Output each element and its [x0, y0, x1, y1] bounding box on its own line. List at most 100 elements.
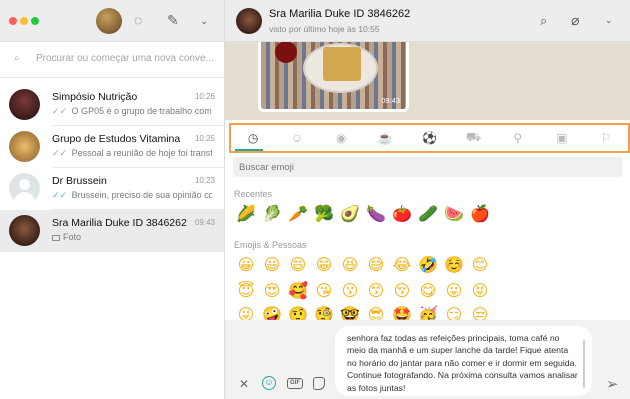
section-label-recent: Recentes [234, 189, 273, 199]
emoji[interactable]: 🤣 [415, 254, 441, 276]
chat-time: 10:25 [194, 134, 215, 143]
emoji[interactable]: 🍅 [389, 203, 415, 225]
conversation-header: Sra Marilia Duke ID 3846262 visto por úl… [225, 0, 630, 42]
food-icon[interactable]: ☕ [363, 125, 407, 151]
emoji[interactable]: 😄 [285, 254, 311, 276]
emoji[interactable]: 😏 [441, 304, 467, 320]
emoji[interactable]: 😋 [415, 280, 441, 302]
chat-name: Simpósio Nutrição [52, 91, 138, 103]
chat-list-item[interactable]: Grupo de Estudos Vitamina 10:25 ✓✓ Pesso… [0, 126, 224, 168]
chat-list-item-selected[interactable]: Sra Marilia Duke ID 3846262 09:43 Foto [0, 210, 224, 252]
emoji[interactable]: 😍 [259, 280, 285, 302]
contact-last-seen: visto por último hoje às 10:55 [269, 24, 380, 34]
emoji[interactable]: 😎 [363, 304, 389, 320]
gif-icon[interactable]: GIF [287, 378, 303, 389]
search-input[interactable] [36, 53, 221, 64]
emoji[interactable]: 🌽 [233, 203, 259, 225]
emoji-icon[interactable]: ☺ [262, 376, 276, 390]
smiley-icon[interactable]: ☺ [275, 125, 319, 151]
paperclip-icon[interactable]: ⌀ [571, 12, 579, 29]
sticker-icon[interactable] [313, 377, 325, 390]
flag-icon[interactable]: ⚐ [584, 125, 628, 151]
search-icon[interactable]: ⌕ [540, 13, 547, 29]
photo-icon [52, 234, 60, 241]
search-icon: ⌕ [14, 53, 20, 64]
emoji[interactable]: 🤨 [285, 304, 311, 320]
chevron-down-icon[interactable]: ⌄ [200, 14, 208, 30]
photo-message[interactable]: 09:43 [258, 42, 409, 112]
car-icon[interactable]: ⛟ [452, 125, 496, 151]
chat-preview: ✓✓ Pessoal a reunião de hoje foi transf.… [52, 148, 212, 159]
emoji[interactable]: 😁 [311, 254, 337, 276]
emoji[interactable]: 😅 [363, 254, 389, 276]
send-icon[interactable]: ➢ [606, 375, 619, 393]
default-avatar [9, 173, 40, 204]
people-emoji-row: 😜 🤪 🤨 🧐 🤓 😎 🤩 🥳 😏 😒 [233, 304, 493, 320]
bulb-icon[interactable]: ⚲ [496, 125, 540, 151]
chevron-down-icon[interactable]: ⌄ [605, 15, 613, 26]
emoji[interactable]: 🤓 [337, 304, 363, 320]
emoji[interactable]: 🥕 [285, 203, 311, 225]
message-input-text: senhora faz todas as refeições principai… [347, 333, 578, 393]
emoji[interactable]: 😚 [389, 280, 415, 302]
emoji-category-tabs: ◷ ☺ ◉ ☕ ⚽ ⛟ ⚲ ▣ ⚐ [229, 123, 630, 153]
scrollbar[interactable] [583, 340, 585, 388]
emoji[interactable]: 🥑 [337, 203, 363, 225]
photo-image[interactable]: 09:43 [261, 42, 406, 109]
search-box: ⌕ [8, 51, 221, 71]
emoji[interactable]: 😊 [467, 254, 493, 276]
emoji-search-input[interactable] [233, 157, 622, 177]
recent-clock-icon[interactable]: ◷ [231, 125, 275, 151]
emoji[interactable]: 😀 [233, 254, 259, 276]
emoji[interactable]: 😙 [363, 280, 389, 302]
avatar [9, 215, 40, 246]
chat-list-item[interactable]: Simpósio Nutrição 10:26 ✓✓ O GP05 é o gr… [0, 84, 224, 126]
emoji[interactable]: 🤪 [259, 304, 285, 320]
sidebar: ◌ ✎ ⌄ ⌕ Simpósio Nutrição 10:26 ✓✓ O GP0… [0, 0, 225, 399]
chat-name: Sra Marilia Duke ID 3846262 [52, 217, 187, 229]
emoji[interactable]: 😜 [233, 304, 259, 320]
status-icon[interactable]: ◌ [134, 12, 142, 28]
emoji[interactable]: 🤩 [389, 304, 415, 320]
avatar [9, 131, 40, 162]
chat-name: Grupo de Estudos Vitamina [52, 133, 181, 145]
contact-avatar[interactable] [236, 8, 262, 34]
animal-icon[interactable]: ◉ [319, 125, 363, 151]
emoji[interactable]: 🥳 [415, 304, 441, 320]
emoji[interactable]: 😇 [233, 280, 259, 302]
emoji[interactable]: 😂 [389, 254, 415, 276]
chat-preview: ✓✓ O GP05 é o grupo de trabalho com ... [52, 106, 212, 117]
emoji[interactable]: 😗 [337, 280, 363, 302]
chat-name: Dr Brussein [52, 175, 107, 187]
chat-preview: Foto [52, 232, 212, 242]
emoji[interactable]: 🥒 [415, 203, 441, 225]
emoji[interactable]: 🥰 [285, 280, 311, 302]
window-minimize-button[interactable] [20, 17, 28, 25]
avatar-placeholder-body [14, 192, 35, 204]
emoji[interactable]: 😒 [467, 304, 493, 320]
contact-name[interactable]: Sra Marilia Duke ID 3846262 [269, 8, 410, 20]
close-icon[interactable]: ✕ [239, 377, 249, 391]
window-close-button[interactable] [9, 17, 17, 25]
chat-list-item[interactable]: Dr Brussein 10:23 ✓✓ Brussein, preciso d… [0, 168, 224, 210]
emoji[interactable]: 🍎 [467, 203, 493, 225]
emoji[interactable]: 🧐 [311, 304, 337, 320]
search-bar: ⌕ [0, 42, 224, 78]
ball-icon[interactable]: ⚽ [407, 125, 451, 151]
section-label-people: Emojis & Pessoas [234, 240, 307, 250]
message-input[interactable]: senhora faz todas as refeições principai… [335, 326, 592, 396]
emoji[interactable]: 🥬 [259, 203, 285, 225]
emoji[interactable]: 😛 [441, 280, 467, 302]
emoji[interactable]: 😆 [337, 254, 363, 276]
emoji[interactable]: 😘 [311, 280, 337, 302]
new-chat-icon[interactable]: ✎ [167, 12, 179, 28]
emoji[interactable]: 🥦 [311, 203, 337, 225]
my-avatar[interactable] [96, 8, 122, 34]
window-zoom-button[interactable] [31, 17, 39, 25]
emoji[interactable]: 😃 [259, 254, 285, 276]
emoji[interactable]: ☺️ [441, 254, 467, 276]
emoji[interactable]: 😝 [467, 280, 493, 302]
emoji[interactable]: 🍉 [441, 203, 467, 225]
emoji[interactable]: 🍆 [363, 203, 389, 225]
symbols-icon[interactable]: ▣ [540, 125, 584, 151]
